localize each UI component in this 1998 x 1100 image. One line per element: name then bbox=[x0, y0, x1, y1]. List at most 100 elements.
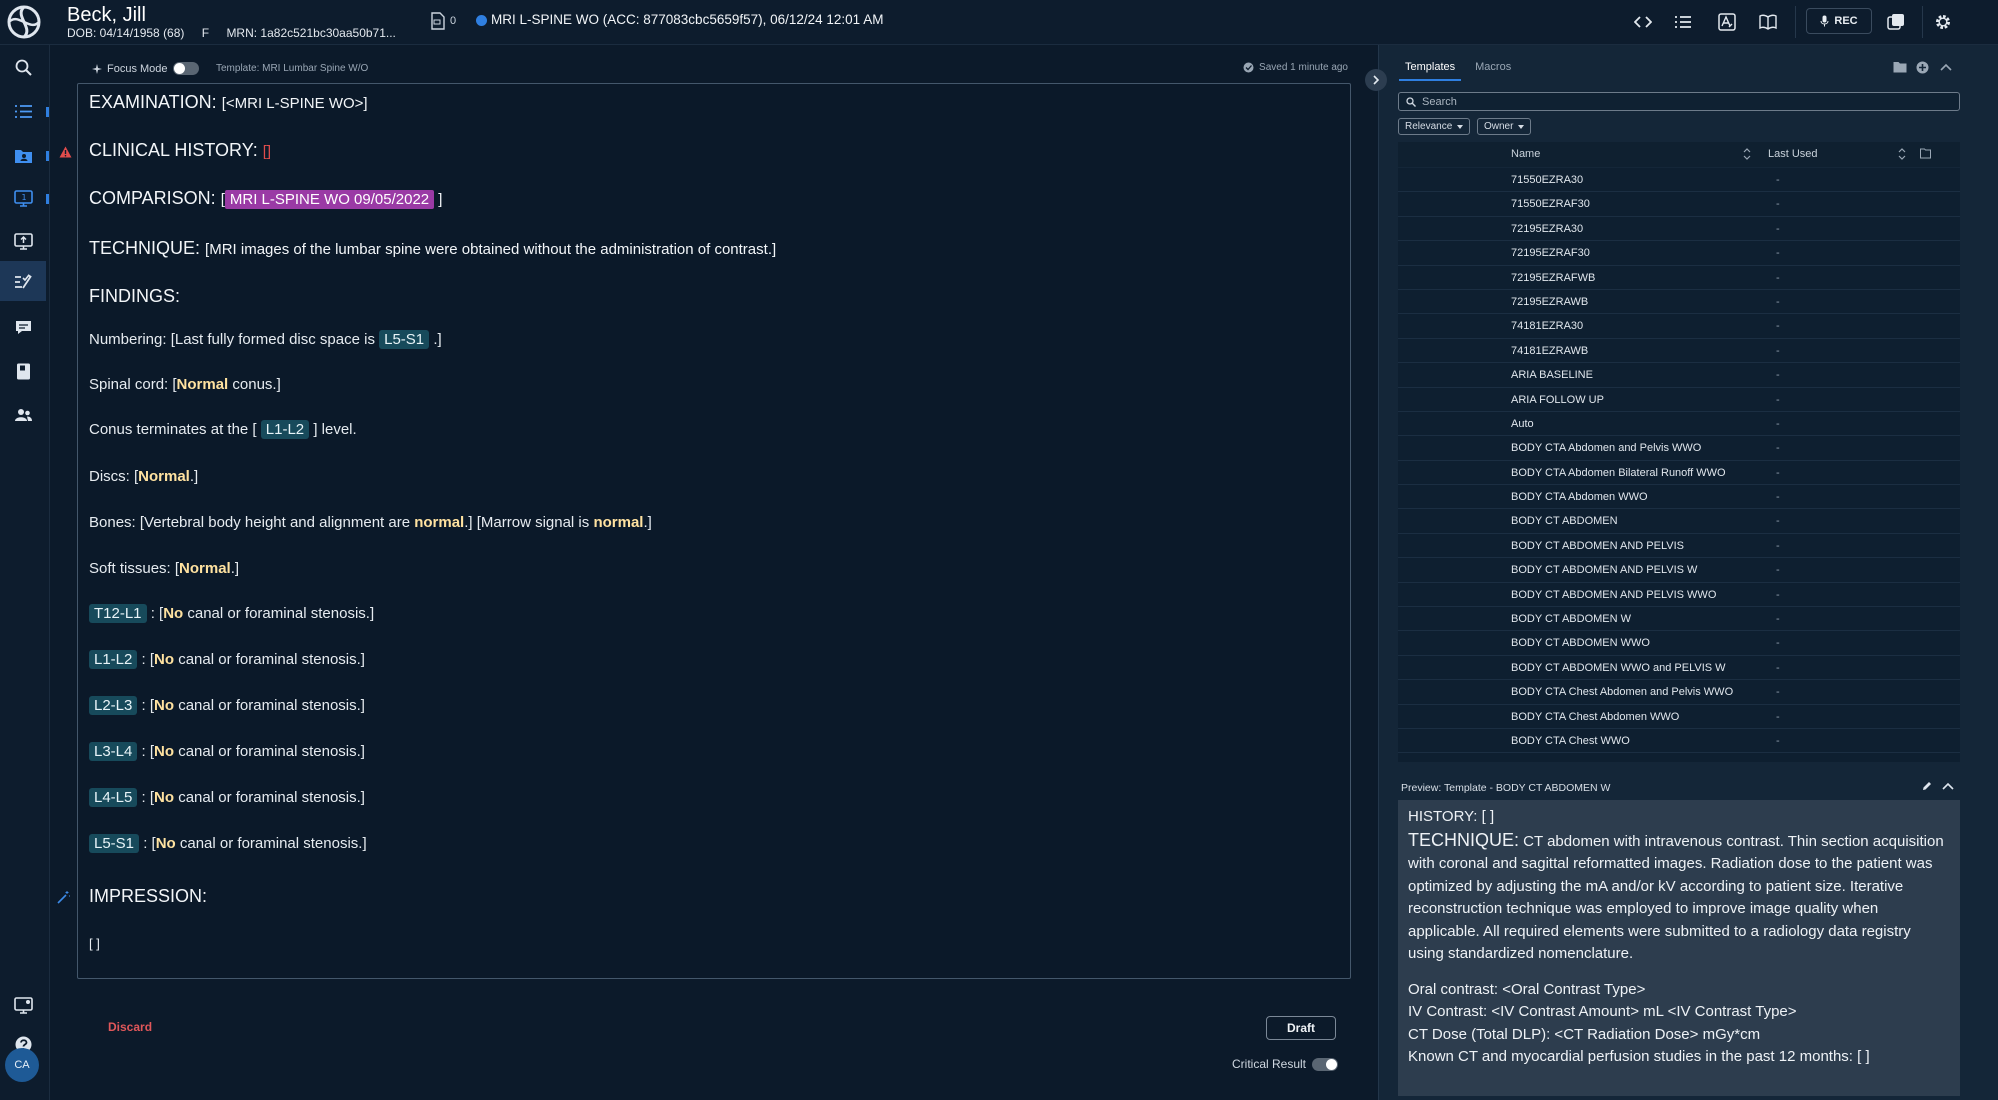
bones-line[interactable]: Bones: [Vertebral body height and alignm… bbox=[89, 514, 652, 531]
template-row[interactable]: BODY CT ABDOMEN WWO and PELVIS W - bbox=[1398, 656, 1960, 681]
tab-macros[interactable]: Macros bbox=[1471, 61, 1517, 81]
draft-button[interactable]: Draft bbox=[1266, 1016, 1336, 1040]
impression-value[interactable]: [ ] bbox=[89, 936, 100, 951]
template-row[interactable]: 71550EZRAF30 - bbox=[1398, 192, 1960, 217]
discard-button[interactable]: Discard bbox=[108, 1020, 152, 1034]
nav-search[interactable] bbox=[0, 47, 46, 87]
level-line[interactable]: L3-L4 : [No canal or foraminal stenosis.… bbox=[89, 742, 365, 761]
record-button[interactable]: REC bbox=[1806, 8, 1872, 34]
document-icon[interactable] bbox=[430, 12, 446, 30]
template-row[interactable]: BODY CT ABDOMEN AND PELVIS W - bbox=[1398, 558, 1960, 583]
nav-library[interactable] bbox=[0, 351, 46, 391]
focus-mode-switch[interactable] bbox=[172, 62, 199, 75]
level-tag[interactable]: L5-S1 bbox=[379, 330, 430, 349]
magic-wand-icon[interactable] bbox=[57, 891, 70, 904]
template-row[interactable]: 72195EZRAWB - bbox=[1398, 290, 1960, 315]
level-tag[interactable]: T12-L1 bbox=[89, 604, 147, 623]
level-value[interactable]: No bbox=[154, 743, 174, 760]
level-tag[interactable]: L2-L3 bbox=[89, 696, 138, 715]
focus-mode-toggle[interactable]: Focus Mode bbox=[92, 62, 199, 75]
template-row[interactable]: BODY CT ABDOMEN - bbox=[1398, 509, 1960, 534]
template-row[interactable]: BODY CTA Chest WWO - bbox=[1398, 729, 1960, 754]
report-editor[interactable]: EXAMINATION: [<MRI L-SPINE WO>] CLINICAL… bbox=[77, 83, 1351, 979]
column-name[interactable]: Name bbox=[1511, 148, 1540, 160]
template-row[interactable]: BODY CTA Abdomen and Pelvis WWO - bbox=[1398, 436, 1960, 461]
level-value[interactable]: No bbox=[163, 605, 183, 622]
template-row[interactable]: 72195EZRAFWB - bbox=[1398, 266, 1960, 290]
template-row[interactable]: Auto - bbox=[1398, 412, 1960, 437]
code-view-button[interactable] bbox=[1630, 9, 1656, 35]
soft-tissues-line[interactable]: Soft tissues: [Normal.] bbox=[89, 560, 239, 577]
owner-dropdown[interactable]: Owner bbox=[1477, 118, 1532, 135]
nav-presentation[interactable] bbox=[0, 221, 46, 261]
template-row[interactable]: 71550EZRA30 - bbox=[1398, 168, 1960, 193]
sort-icon[interactable] bbox=[1743, 148, 1751, 160]
user-avatar[interactable]: CA bbox=[5, 1048, 39, 1082]
chevron-up-icon[interactable] bbox=[1942, 781, 1954, 791]
folder-icon[interactable] bbox=[1893, 61, 1907, 73]
nav-reporting[interactable] bbox=[0, 261, 46, 301]
template-row[interactable]: BODY CT ABDOMEN WWO - bbox=[1398, 631, 1960, 656]
discs-line[interactable]: Discs: [Normal.] bbox=[89, 468, 198, 485]
level-line[interactable]: L4-L5 : [No canal or foraminal stenosis.… bbox=[89, 788, 365, 807]
level-line[interactable]: T12-L1 : [No canal or foraminal stenosis… bbox=[89, 604, 374, 623]
nav-viewer[interactable]: 1 bbox=[0, 178, 46, 218]
spellcheck-button[interactable] bbox=[1714, 9, 1740, 35]
template-search[interactable]: Search bbox=[1398, 92, 1960, 111]
nav-patient-folder[interactable] bbox=[0, 135, 46, 175]
reference-book-button[interactable] bbox=[1755, 9, 1781, 35]
examination-value[interactable]: [<MRI L-SPINE WO>] bbox=[222, 95, 368, 112]
discs-value[interactable]: Normal bbox=[138, 468, 190, 485]
spinal-cord-line[interactable]: Spinal cord: [Normal conus.] bbox=[89, 376, 281, 393]
template-row[interactable]: 72195EZRAF30 - bbox=[1398, 241, 1960, 266]
template-row[interactable]: BODY CT ABDOMEN AND PELVIS - bbox=[1398, 534, 1960, 559]
nav-display-settings[interactable] bbox=[0, 985, 46, 1025]
level-value[interactable]: No bbox=[154, 651, 174, 668]
template-row[interactable]: ARIA BASELINE - bbox=[1398, 363, 1960, 388]
level-value[interactable]: No bbox=[156, 835, 176, 852]
template-row[interactable]: BODY CT ABDOMEN W - bbox=[1398, 607, 1960, 632]
template-row[interactable]: BODY CTA Abdomen Bilateral Runoff WWO - bbox=[1398, 461, 1960, 486]
template-row[interactable]: BODY CTA Abdomen WWO - bbox=[1398, 485, 1960, 510]
pencil-icon[interactable] bbox=[1922, 781, 1932, 791]
level-line[interactable]: L5-S1 : [No canal or foraminal stenosis.… bbox=[89, 834, 367, 853]
level-tag[interactable]: L5-S1 bbox=[89, 834, 140, 853]
comparison-value[interactable]: MRI L-SPINE WO 09/05/2022 bbox=[224, 190, 435, 209]
soft-tissues-value[interactable]: Normal bbox=[179, 560, 231, 577]
template-row[interactable]: 74181EZRA30 - bbox=[1398, 314, 1960, 339]
technique-value[interactable]: [MRI images of the lumbar spine were obt… bbox=[205, 241, 776, 258]
bookmark-folder-icon[interactable] bbox=[1920, 148, 1931, 159]
level-tag[interactable]: L1-L2 bbox=[260, 420, 310, 439]
template-row[interactable]: BODY CTA Chest Abdomen and Pelvis WWO - bbox=[1398, 680, 1960, 705]
copy-button[interactable] bbox=[1883, 9, 1909, 35]
level-tag[interactable]: L3-L4 bbox=[89, 742, 138, 761]
level-value[interactable]: No bbox=[154, 697, 174, 714]
spinal-cord-value[interactable]: Normal bbox=[177, 376, 229, 393]
template-row[interactable]: BODY CTA Chest Abdomen WWO - bbox=[1398, 705, 1960, 729]
sort-dropdown[interactable]: Relevance bbox=[1398, 118, 1471, 135]
tab-templates[interactable]: Templates bbox=[1399, 61, 1462, 81]
collapse-panel-button[interactable] bbox=[1365, 69, 1387, 91]
sort-icon[interactable] bbox=[1898, 148, 1906, 160]
numbering-line[interactable]: Numbering: [Last fully formed disc space… bbox=[89, 330, 442, 349]
list-view-button[interactable] bbox=[1670, 9, 1696, 35]
template-row[interactable]: 74181EZRAWB - bbox=[1398, 339, 1960, 364]
level-tag[interactable]: L4-L5 bbox=[89, 788, 138, 807]
conus-line[interactable]: Conus terminates at the [ L1-L2 ] level. bbox=[89, 420, 357, 439]
template-row[interactable]: 72195EZRA30 - bbox=[1398, 217, 1960, 242]
add-icon[interactable] bbox=[1916, 61, 1929, 74]
critical-result-toggle[interactable]: Critical Result bbox=[1232, 1057, 1339, 1071]
template-row[interactable]: ARIA FOLLOW UP - bbox=[1398, 388, 1960, 412]
level-tag[interactable]: L1-L2 bbox=[89, 650, 138, 669]
nav-worklist[interactable] bbox=[0, 91, 46, 131]
nav-team[interactable] bbox=[0, 395, 46, 435]
critical-result-switch[interactable] bbox=[1312, 1057, 1339, 1071]
level-value[interactable]: No bbox=[154, 789, 174, 806]
template-row[interactable]: BODY CT ABDOMEN AND PELVIS WWO - bbox=[1398, 583, 1960, 608]
settings-button[interactable] bbox=[1930, 9, 1956, 35]
app-logo[interactable] bbox=[6, 4, 42, 40]
column-last-used[interactable]: Last Used bbox=[1768, 148, 1818, 160]
clinical-history-value[interactable]: [] bbox=[263, 143, 271, 160]
level-line[interactable]: L2-L3 : [No canal or foraminal stenosis.… bbox=[89, 696, 365, 715]
marrow-value[interactable]: normal bbox=[593, 514, 643, 531]
